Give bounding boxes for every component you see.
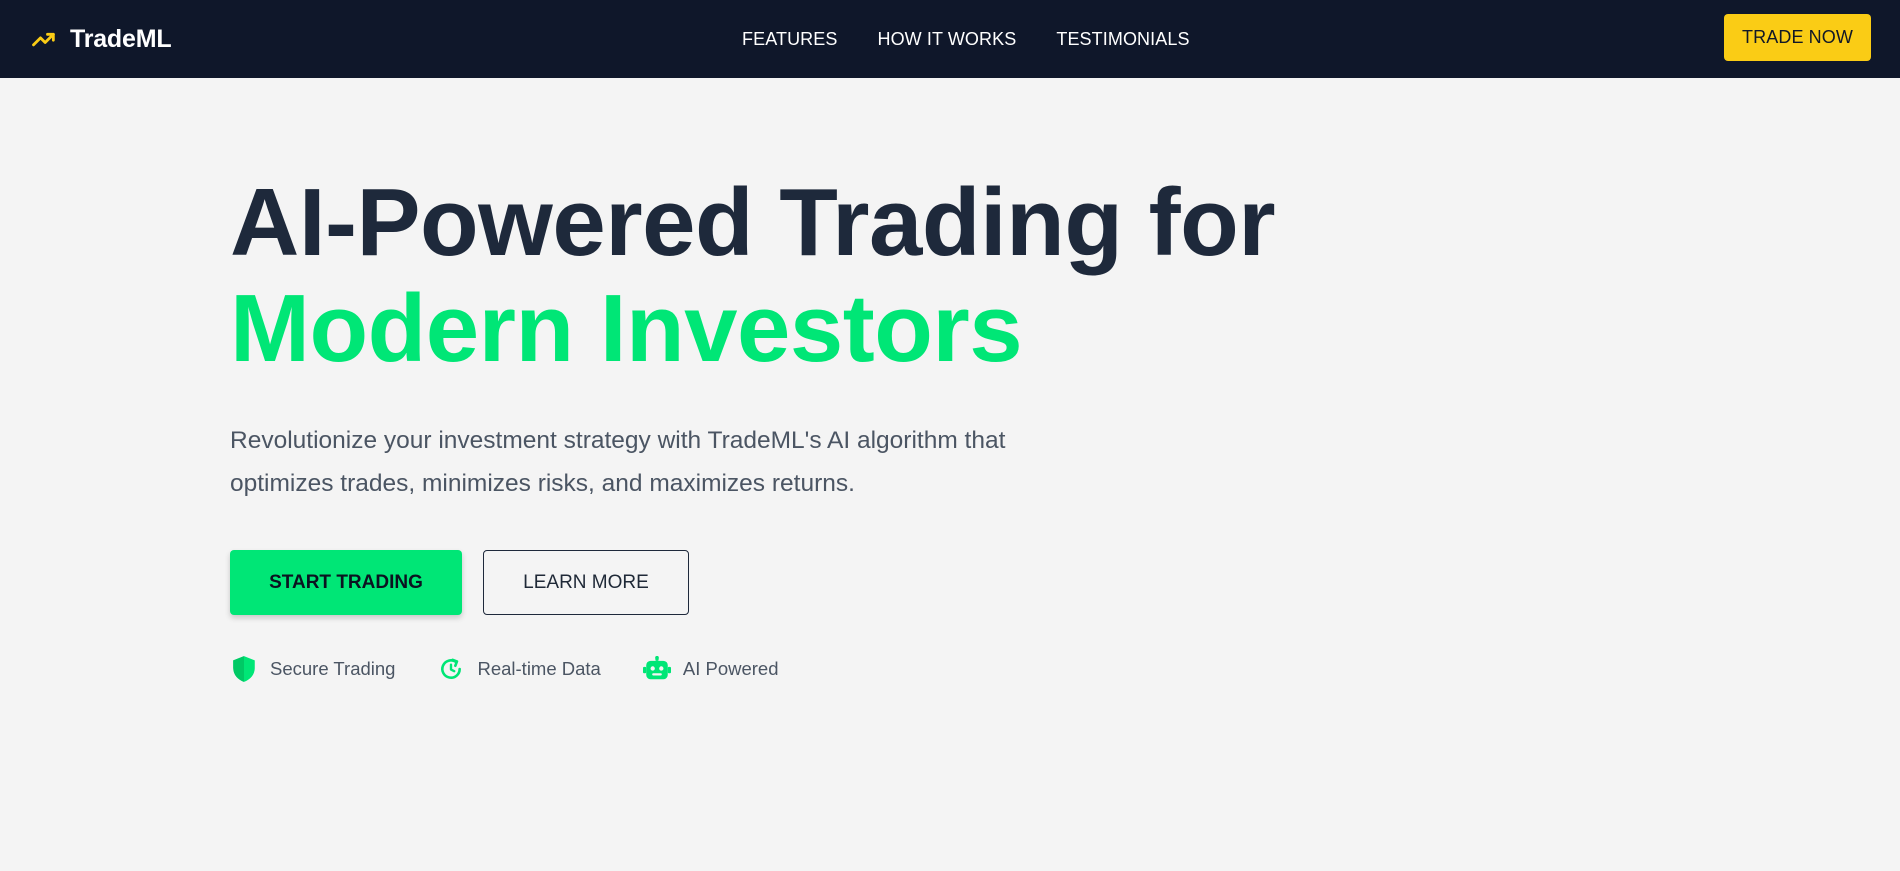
cta-row: START TRADING LEARN MORE xyxy=(230,550,1275,615)
trade-now-button[interactable]: TRADE NOW xyxy=(1724,14,1871,61)
nav-link-how-it-works[interactable]: HOW IT WORKS xyxy=(877,29,1016,50)
hero-headline: AI-Powered Trading for Modern Investors xyxy=(230,169,1276,382)
nav-link-testimonials[interactable]: TESTIMONIALS xyxy=(1056,29,1189,50)
nav-link-features[interactable]: FEATURES xyxy=(742,29,837,50)
top-navbar: TradeML FEATURES HOW IT WORKS TESTIMONIA… xyxy=(0,0,1900,78)
learn-more-button[interactable]: LEARN MORE xyxy=(483,550,689,615)
feature-ai-powered: AI Powered xyxy=(642,655,779,683)
hero-section: AI-Powered Trading for Modern Investors … xyxy=(230,169,1276,683)
start-trading-button[interactable]: START TRADING xyxy=(230,550,462,615)
feature-secure-trading: Secure Trading xyxy=(230,655,395,683)
feature-label: AI Powered xyxy=(682,658,779,679)
trending-up-icon xyxy=(30,25,58,53)
feature-real-time-data: Real-time Data xyxy=(437,655,601,683)
hero-subtext: Revolutionize your investment strategy w… xyxy=(230,427,1006,497)
nav-links: FEATURES HOW IT WORKS TESTIMONIALS xyxy=(742,0,1190,78)
refresh-clock-icon xyxy=(437,655,465,683)
feature-label: Secure Trading xyxy=(270,658,396,679)
brand-name: TradeML xyxy=(70,24,172,53)
robot-icon xyxy=(642,655,671,683)
headline-line-2: Modern Investors xyxy=(230,275,1023,382)
headline-line-1: AI-Powered Trading for xyxy=(230,169,1276,276)
feature-badges: Secure Trading Real-time Data AI Powered xyxy=(230,655,1275,683)
brand-logo[interactable]: TradeML xyxy=(30,0,172,78)
shield-icon xyxy=(230,655,258,683)
feature-label: Real-time Data xyxy=(477,658,601,679)
